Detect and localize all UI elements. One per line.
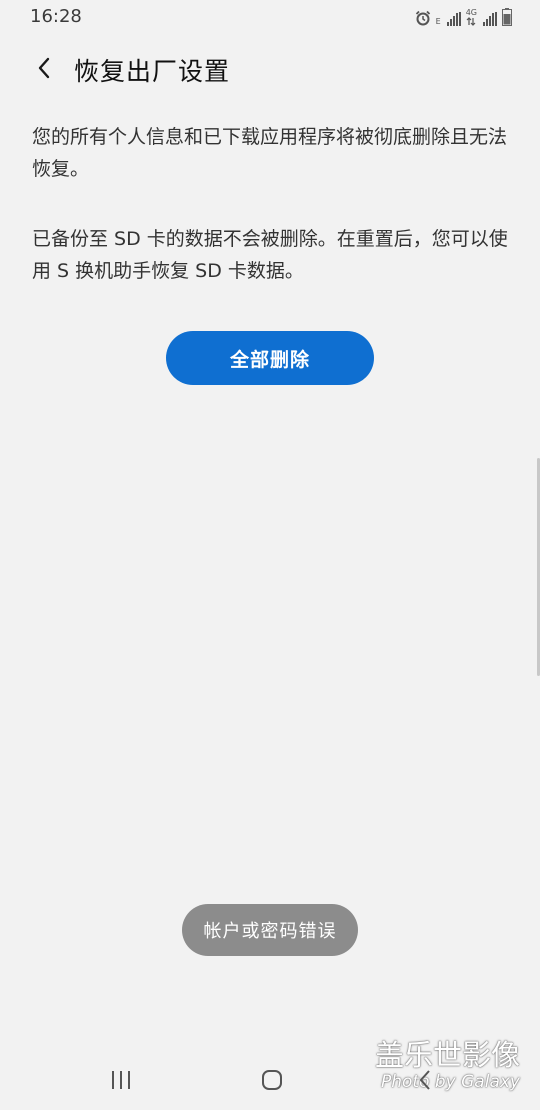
sim1-network-label: E: [435, 17, 441, 26]
back-icon: [419, 1070, 430, 1090]
back-button[interactable]: [26, 50, 62, 86]
data-arrows-icon: [466, 17, 476, 26]
sim2-network: 4G: [466, 9, 477, 26]
signal-icon: [446, 12, 461, 26]
home-icon: [262, 1070, 282, 1090]
nav-back-button[interactable]: [405, 1066, 445, 1094]
delete-all-button[interactable]: 全部删除: [166, 331, 374, 385]
sim1-network: E: [436, 18, 441, 26]
toast-message: 帐户或密码错误: [182, 904, 358, 956]
status-bar: 16:28 E 4G: [0, 0, 540, 34]
home-button[interactable]: [252, 1066, 292, 1094]
warning-description: 您的所有个人信息和已下载应用程序将被彻底删除且无法恢复。: [32, 126, 508, 180]
status-icons: E 4G: [415, 6, 512, 26]
page-title: 恢复出厂设置: [74, 57, 231, 86]
header: 恢复出厂设置: [0, 44, 540, 94]
status-time: 16:28: [30, 6, 82, 27]
sim2-network-label: 4G: [465, 8, 477, 17]
recents-icon: [112, 1071, 130, 1089]
navigation-bar: [0, 1050, 540, 1110]
recents-button[interactable]: [101, 1066, 141, 1094]
signal-icon: [483, 12, 497, 26]
sd-card-description: 已备份至 SD 卡的数据不会被删除。在重置后，您可以使用 S 换机助手恢复 SD…: [32, 228, 508, 282]
battery-icon: [502, 8, 512, 26]
alarm-icon: [415, 10, 430, 26]
chevron-left-icon: [38, 57, 50, 79]
